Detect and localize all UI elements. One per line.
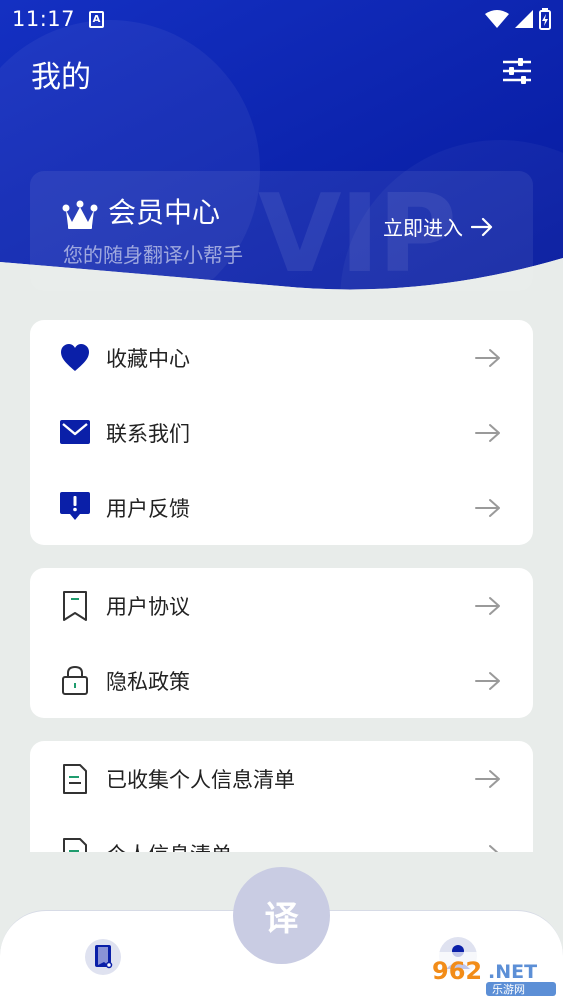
arrow-right-icon <box>489 844 499 852</box>
heart-icon <box>61 344 89 371</box>
accessibility-badge-icon: A <box>89 10 105 28</box>
menu-card-info: 已收集个人信息清单 个人信息清单 <box>30 741 533 852</box>
status-bar: 11:17 A <box>0 0 563 38</box>
menu-label-collected-info: 已收集个人信息清单 <box>106 767 295 792</box>
document-icon <box>63 764 87 794</box>
arrow-right-icon <box>475 423 500 442</box>
menu-label-feedback: 用户反馈 <box>106 496 190 521</box>
arrow-right-icon <box>475 348 500 367</box>
arrow-right-icon <box>475 769 500 788</box>
menu-row-collected-info[interactable]: 已收集个人信息清单 <box>30 741 533 816</box>
status-time: 11:17 <box>12 7 76 31</box>
svg-text:.NET: .NET <box>488 961 537 983</box>
menu-label-favorites: 收藏中心 <box>106 346 190 371</box>
menu-row-privacy[interactable]: 隐私政策 <box>30 643 533 718</box>
header: 11:17 A 我的 VIP 会员中心 您的随身翻译小帮手 立即进入 <box>0 0 563 300</box>
vip-enter-button[interactable]: 立即进入 <box>383 212 493 241</box>
book-tab-icon[interactable] <box>84 938 122 976</box>
vip-subtitle: 您的随身翻译小帮手 <box>63 243 243 267</box>
lock-icon <box>62 665 88 695</box>
translate-fab[interactable]: 译 <box>233 867 330 964</box>
menu-row-personal-info[interactable]: 个人信息清单 <box>30 816 533 852</box>
vip-title: 会员中心 <box>108 196 221 229</box>
menu-label-personal-info: 个人信息清单 <box>106 839 232 853</box>
status-icons <box>485 8 551 30</box>
arrow-right-icon <box>475 498 500 517</box>
bookmark-icon <box>63 591 87 621</box>
menu-label-privacy: 隐私政策 <box>106 669 190 694</box>
menu-card-legal: 用户协议 隐私政策 <box>30 568 533 718</box>
menu-label-user-agreement: 用户协议 <box>106 594 190 619</box>
menu-row-user-agreement[interactable]: 用户协议 <box>30 568 533 643</box>
arrow-right-icon <box>471 217 493 236</box>
svg-text:乐游网: 乐游网 <box>492 983 525 996</box>
page-title: 我的 <box>31 60 91 95</box>
site-watermark-logo: 962 .NET 乐游网 <box>426 952 560 998</box>
battery-icon <box>539 8 551 30</box>
menu-row-feedback[interactable]: 用户反馈 <box>30 470 533 545</box>
svg-text:962: 962 <box>432 957 482 985</box>
settings-sliders-icon[interactable] <box>501 56 533 86</box>
menu-row-favorites[interactable]: 收藏中心 <box>30 320 533 395</box>
arrow-right-icon <box>475 596 500 615</box>
menu-label-contact: 联系我们 <box>106 421 190 446</box>
wifi-icon <box>485 10 509 28</box>
vip-enter-label: 立即进入 <box>383 216 463 240</box>
signal-icon <box>515 10 533 28</box>
menu-card-primary: 收藏中心 联系我们 用户反馈 <box>30 320 533 545</box>
menu-row-contact[interactable]: 联系我们 <box>30 395 533 470</box>
mail-icon <box>60 420 90 444</box>
crown-icon <box>62 200 98 229</box>
document-icon <box>63 838 87 852</box>
menu-scroll-area[interactable]: 收藏中心 联系我们 用户反馈 用户协议 隐私政策 已收集个人信息清单 <box>0 300 563 852</box>
arrow-right-icon <box>475 671 500 690</box>
feedback-icon <box>60 492 90 520</box>
